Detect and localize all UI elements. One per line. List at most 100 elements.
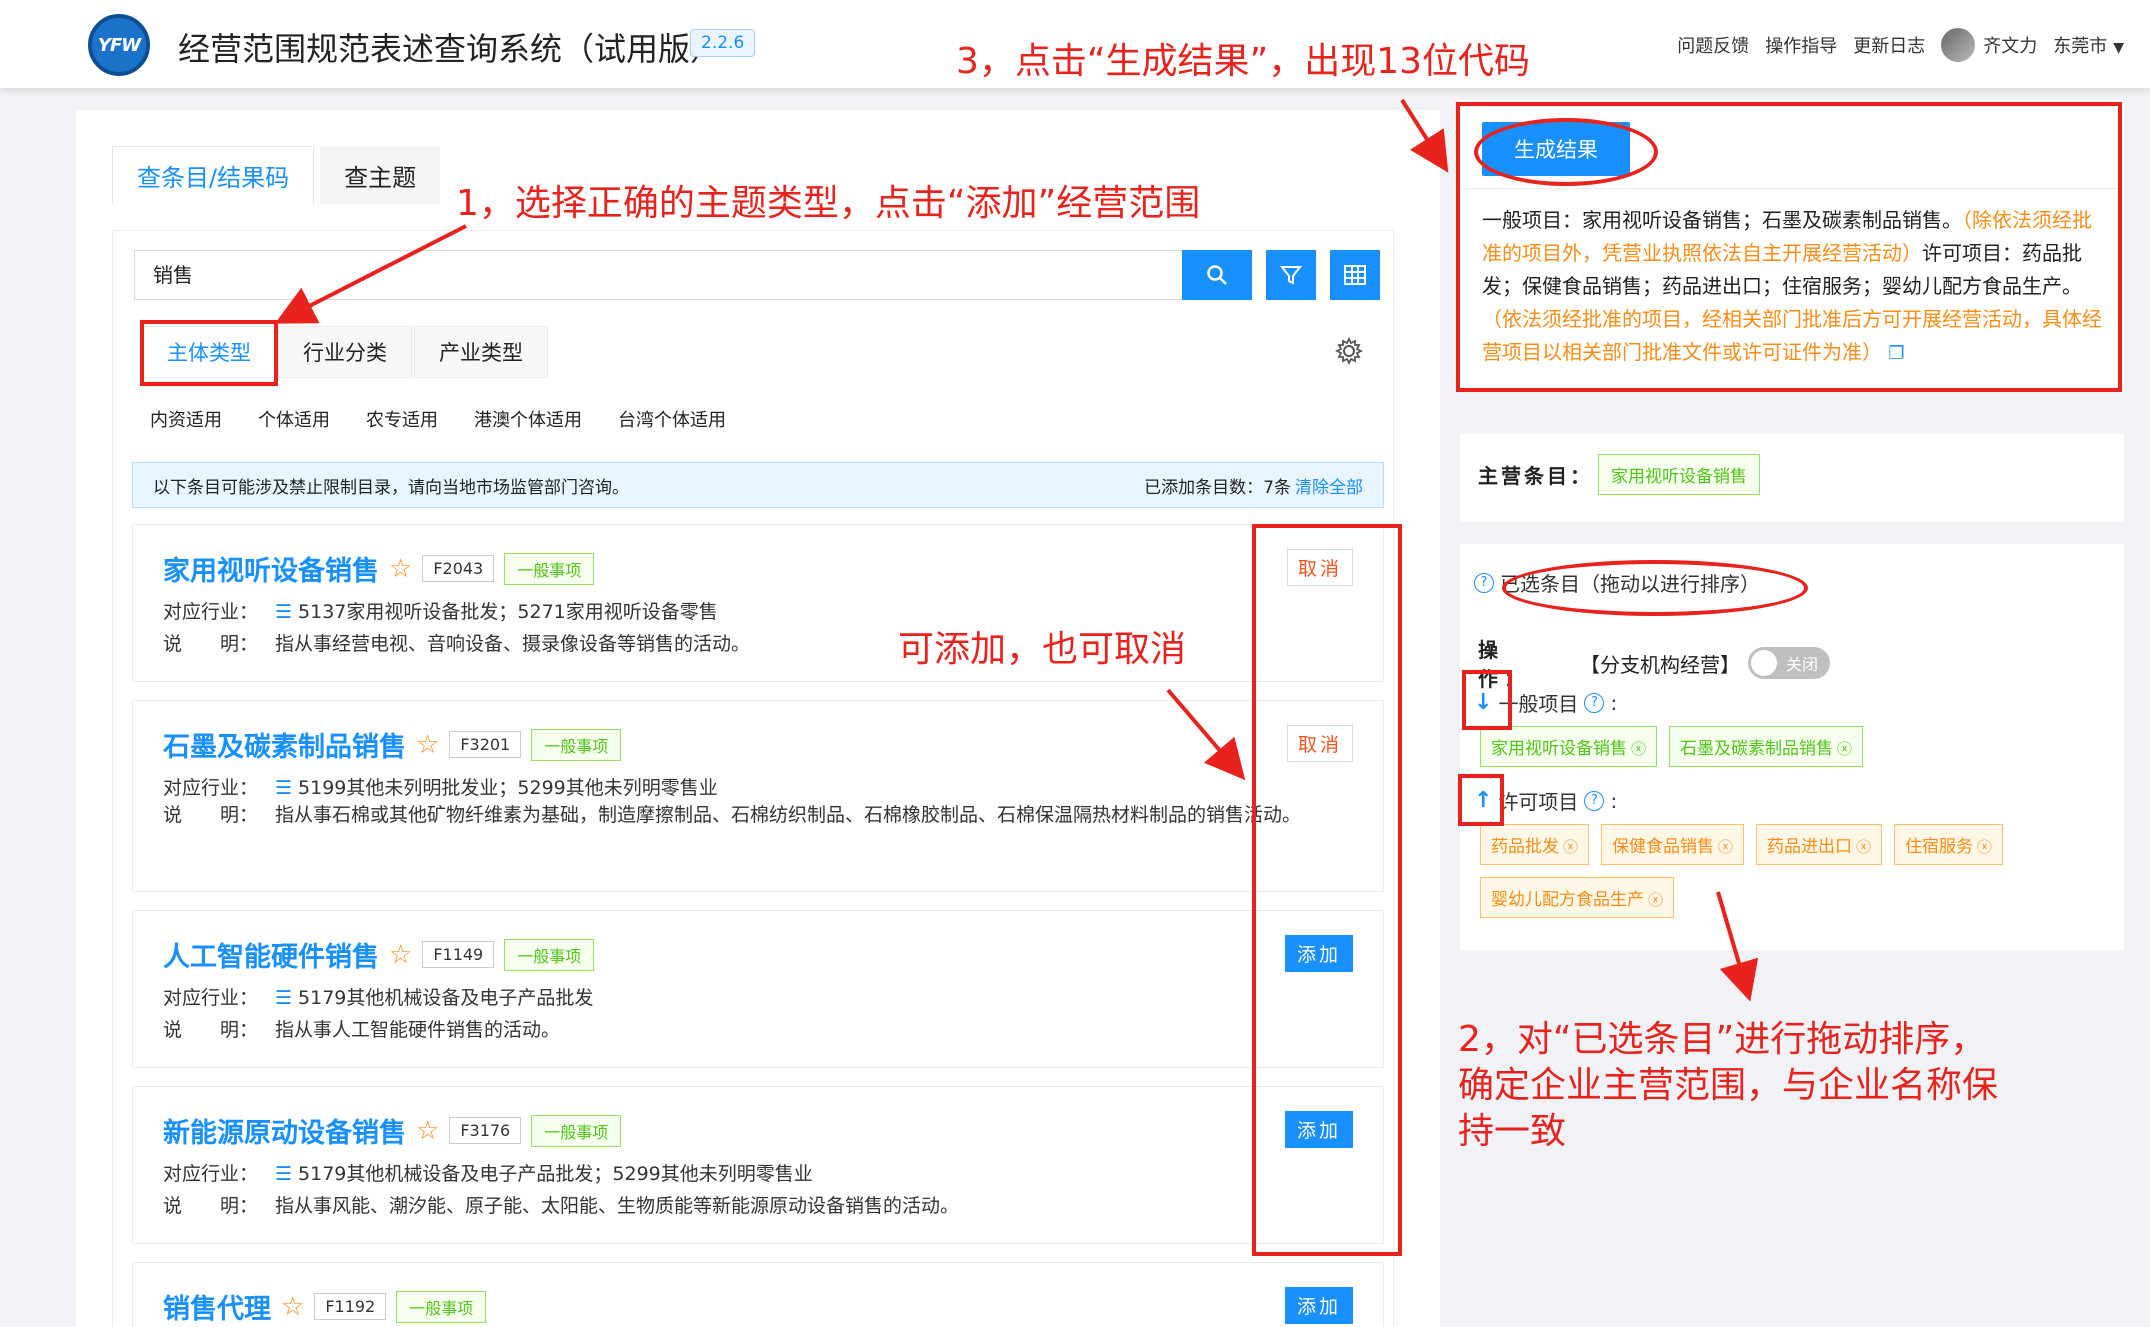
industry-value: 5179其他机械设备及电子产品批发；5299其他未列明零售业 xyxy=(298,1163,813,1185)
filter-individual[interactable]: 个体适用 xyxy=(258,406,330,432)
add-button[interactable]: 添加 xyxy=(1284,1287,1353,1324)
search-icon xyxy=(1207,265,1227,285)
nav-feedback[interactable]: 问题反馈 xyxy=(1677,32,1749,58)
close-circle-icon[interactable]: ⓧ xyxy=(1718,838,1733,856)
item-name[interactable]: 家用视听设备销售 xyxy=(163,549,379,588)
permit-chip-row: 药品批发 ⓧ 保健食品销售 ⓧ 药品进出口 ⓧ 住宿服务 ⓧ 婴幼儿配方食品生产 ⓧ xyxy=(1480,824,2100,918)
selected-chip[interactable]: 住宿服务 ⓧ xyxy=(1894,824,2004,865)
item-desc: 说 明： 指从事经营电视、音响设备、摄录像设备等销售的活动。 xyxy=(163,629,750,656)
table-view-button[interactable] xyxy=(1330,250,1380,300)
item-type-tag: 一般事项 xyxy=(531,1114,622,1147)
nav-changelog[interactable]: 更新日志 xyxy=(1853,32,1925,58)
close-circle-icon[interactable]: ⓧ xyxy=(1648,891,1663,909)
desc-label: 说 明： xyxy=(163,633,259,655)
selected-chip[interactable]: 石墨及碳素制品销售 ⓧ xyxy=(1669,726,1864,767)
item-industry: 对应行业： ☰ 5179其他机械设备及电子产品批发 xyxy=(163,983,593,1010)
table-icon xyxy=(1344,265,1366,285)
caret-down-icon: ▼ xyxy=(2113,40,2124,56)
nav-guide[interactable]: 操作指导 xyxy=(1765,32,1837,58)
filter-hk-macau[interactable]: 港澳个体适用 xyxy=(474,406,582,432)
chip-label: 住宿服务 xyxy=(1905,837,1974,857)
user-menu[interactable]: 齐文力 xyxy=(1941,28,2037,62)
star-icon[interactable]: ☆ xyxy=(389,940,412,970)
selected-chip[interactable]: 家用视听设备销售 ⓧ xyxy=(1480,726,1658,767)
chip-label: 石墨及碳素制品销售 xyxy=(1680,739,1834,759)
help-icon[interactable]: ? xyxy=(1474,572,1494,593)
search-input[interactable]: 销售 xyxy=(134,250,1184,300)
industry-label: 对应行业： xyxy=(163,1163,259,1185)
selected-chip[interactable]: 保健食品销售 ⓧ xyxy=(1601,824,1745,865)
star-icon[interactable]: ☆ xyxy=(389,554,412,584)
operation-row: 操 作： 【分支机构经营】 关闭 xyxy=(1478,634,1830,692)
selected-chip[interactable]: 药品进出口 ⓧ xyxy=(1756,824,1883,865)
filter-domestic[interactable]: 内资适用 xyxy=(150,406,222,432)
added-count-label: 已添加条目数：7条 xyxy=(1144,477,1291,498)
close-circle-icon[interactable]: ⓧ xyxy=(1631,740,1646,758)
version-badge: 2.2.6 xyxy=(690,29,756,57)
star-icon[interactable]: ☆ xyxy=(416,730,439,760)
close-circle-icon[interactable]: ⓧ xyxy=(1563,838,1578,856)
annotation-add-cancel: 可添加，也可取消 xyxy=(898,629,1187,670)
item-name[interactable]: 人工智能硬件销售 xyxy=(163,935,379,974)
help-icon[interactable]: ? xyxy=(1584,790,1605,811)
branch-label: 【分支机构经营】 xyxy=(1580,652,1740,677)
close-circle-icon[interactable]: ⓧ xyxy=(1977,838,1992,856)
item-name[interactable]: 新能源原动设备销售 xyxy=(163,1111,406,1150)
item-industry: 对应行业： ☰ 5137家用视听设备批发；5271家用视听设备零售 xyxy=(163,597,718,624)
star-icon[interactable]: ☆ xyxy=(416,1116,439,1146)
tab-query-items[interactable]: 查条目/结果码 xyxy=(112,146,315,204)
item-code: F1149 xyxy=(422,941,495,968)
restriction-notice: 以下条目可能涉及禁止限制目录，请向当地市场监管部门咨询。 已添加条目数：7条 清除… xyxy=(132,462,1384,508)
main-item-label: 主营条目： xyxy=(1478,464,1593,488)
filter-taiwan[interactable]: 台湾个体适用 xyxy=(618,406,726,432)
chip-label: 家用视听设备销售 xyxy=(1491,739,1627,759)
toggle-text: 关闭 xyxy=(1786,655,1819,674)
list-item: 石墨及碳素制品销售 ☆ F3201 一般事项 对应行业： ☰ 5199其他未列明批发… xyxy=(132,700,1384,892)
desc-label: 说 明： xyxy=(163,1019,259,1041)
list-item: 新能源原动设备销售 ☆ F3176 一般事项 对应行业： ☰ 5179其他机械设备及… xyxy=(132,1086,1384,1244)
tab-query-topic[interactable]: 查主题 xyxy=(320,146,441,204)
selected-chip[interactable]: 婴幼儿配方食品生产 ⓧ xyxy=(1480,877,1675,918)
industry-value: 5199其他未列明批发业；5299其他未列明零售业 xyxy=(298,777,718,799)
industry-label: 对应行业： xyxy=(163,777,259,799)
highlight-action-column xyxy=(1252,524,1402,1256)
close-circle-icon[interactable]: ⓧ xyxy=(1856,838,1871,856)
city-label: 东莞市 xyxy=(2053,36,2108,57)
gear-icon[interactable] xyxy=(1334,336,1364,366)
search-button[interactable] xyxy=(1182,250,1252,300)
list-icon: ☰ xyxy=(275,987,293,1009)
list-item: 销售代理 ☆ F1192 一般事项 添加 xyxy=(132,1262,1384,1327)
desc-label: 说 明： xyxy=(163,804,259,826)
desc-label: 说 明： xyxy=(163,1195,259,1217)
desc-value: 指从事经营电视、音响设备、摄录像设备等销售的活动。 xyxy=(275,633,751,655)
chip-label: 保健食品销售 xyxy=(1612,837,1715,857)
item-desc: 说 明： 指从事风能、潮汐能、原子能、太阳能、生物质能等新能源原动设备销售的活动。 xyxy=(163,1191,959,1218)
star-icon[interactable]: ☆ xyxy=(281,1292,304,1322)
tab-sector[interactable]: 产业类型 xyxy=(414,326,548,378)
item-desc: 说 明： 指从事人工智能硬件销售的活动。 xyxy=(163,1015,560,1042)
item-title-row: 人工智能硬件销售 ☆ F1149 一般事项 xyxy=(163,935,595,974)
filter-button[interactable] xyxy=(1266,250,1316,300)
item-name[interactable]: 销售代理 xyxy=(163,1287,271,1326)
desc-value: 指从事石棉或其他矿物纤维素为基础，制造摩擦制品、石棉纺织制品、石棉橡胶制品、石棉… xyxy=(275,804,1302,826)
item-name[interactable]: 石墨及碳素制品销售 xyxy=(163,725,406,764)
permit-label-text: 许可项目 xyxy=(1498,790,1579,814)
branch-toggle[interactable]: 关闭 xyxy=(1748,647,1830,679)
item-title-row: 销售代理 ☆ F1192 一般事项 xyxy=(163,1287,487,1326)
item-desc: 说 明： 指从事石棉或其他矿物纤维素为基础，制造摩擦制品、石棉纺织制品、石棉橡胶制… xyxy=(163,799,1361,832)
highlight-generate-button xyxy=(1474,118,1658,186)
selected-chip[interactable]: 药品批发 ⓧ xyxy=(1480,824,1590,865)
filter-farm-coop[interactable]: 农专适用 xyxy=(366,406,438,432)
help-icon[interactable]: ? xyxy=(1584,692,1605,713)
item-industry: 对应行业： ☰ 5179其他机械设备及电子产品批发；5299其他未列明零售业 xyxy=(163,1159,813,1186)
tab-industry[interactable]: 行业分类 xyxy=(278,326,412,378)
colon: : xyxy=(1610,690,1618,715)
list-item: 人工智能硬件销售 ☆ F1149 一般事项 对应行业： ☰ 5179其他机械设备及电… xyxy=(132,910,1384,1068)
clear-all-link[interactable]: 清除全部 xyxy=(1295,478,1363,498)
item-title-row: 石墨及碳素制品销售 ☆ F3201 一般事项 xyxy=(163,725,622,764)
added-count: 已添加条目数：7条 清除全部 xyxy=(1144,473,1363,498)
city-select[interactable]: 东莞市 ▼ xyxy=(2053,32,2124,58)
filter-icon xyxy=(1279,266,1303,285)
industry-value: 5179其他机械设备及电子产品批发 xyxy=(298,987,594,1009)
close-circle-icon[interactable]: ⓧ xyxy=(1837,740,1852,758)
